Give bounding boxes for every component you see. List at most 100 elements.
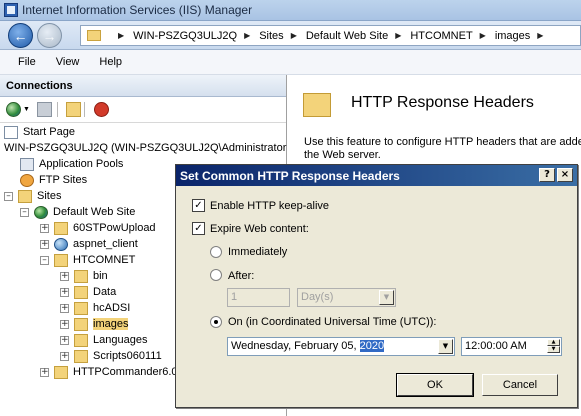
expand-icon[interactable]: + <box>60 303 69 313</box>
folder-icon <box>74 269 88 283</box>
spin-up-icon[interactable]: ▲ <box>547 339 560 346</box>
chevron-down-icon[interactable]: ▼ <box>379 290 394 305</box>
tree-label: Data <box>93 286 117 298</box>
menu-file[interactable]: File <box>18 56 36 68</box>
expand-icon[interactable]: + <box>60 351 69 361</box>
tree-label: FTP Sites <box>39 174 88 186</box>
connections-toolbar: ▼ <box>0 97 286 123</box>
tree-item-hcadsi[interactable]: + hcADSI <box>60 300 130 316</box>
keepalive-label: Enable HTTP keep-alive <box>210 200 330 212</box>
tree-label-selected: images <box>93 318 129 330</box>
tree-item-scripts[interactable]: + Scripts060111 <box>60 348 162 364</box>
tree-item-httpcommander[interactable]: + HTTPCommander6.0 <box>40 364 178 380</box>
keepalive-checkbox[interactable]: ✓ <box>192 199 205 212</box>
tree-item-aspnet-client[interactable]: + aspnet_client <box>40 236 138 252</box>
immediately-label: Immediately <box>228 246 288 258</box>
tree-label: bin <box>93 270 108 282</box>
tree-label: Languages <box>93 334 148 346</box>
tree-item-60stpowupload[interactable]: + 60STPowUpload <box>40 220 156 236</box>
tree-item-htcomnet[interactable]: – HTCOMNET <box>40 252 135 268</box>
tree-label: Scripts060111 <box>93 350 162 362</box>
tree-label: aspnet_client <box>73 238 138 250</box>
tree-label: 60STPowUpload <box>73 222 156 234</box>
folder-icon <box>74 349 88 363</box>
tree-label: Start Page <box>23 126 75 138</box>
collapse-icon[interactable]: – <box>4 191 13 201</box>
breadcrumb-htcomnet[interactable]: HTCOMNET <box>410 30 472 42</box>
menu-help[interactable]: Help <box>99 56 122 68</box>
breadcrumb-server[interactable]: WIN-PSZGQ3ULJ2Q <box>133 30 237 42</box>
after-unit-value: Day(s) <box>301 291 334 303</box>
breadcrumb-default-site[interactable]: Default Web Site <box>306 30 388 42</box>
tree-item-bin[interactable]: + bin <box>60 268 108 284</box>
breadcrumb-separator-icon: ▶ <box>479 31 486 40</box>
breadcrumb-separator-icon[interactable]: ▶ <box>537 31 543 40</box>
after-unit-select[interactable]: Day(s) ▼ <box>297 288 396 307</box>
tree-item-sites[interactable]: – Sites <box>4 188 61 204</box>
tree-item-data[interactable]: + Data <box>60 284 116 300</box>
toolbar-divider <box>57 102 58 117</box>
spin-down-icon[interactable]: ▼ <box>547 346 560 353</box>
expand-icon[interactable]: + <box>40 239 49 249</box>
collapse-icon[interactable]: – <box>40 255 49 265</box>
up-folder-icon[interactable] <box>66 102 81 117</box>
time-picker[interactable]: 12:00:00 AM ▲ ▼ <box>461 337 562 356</box>
tree-item-server[interactable]: WIN-PSZGQ3ULJ2Q (WIN-PSZGQ3ULJ2Q\Adminis… <box>4 140 286 156</box>
breadcrumb-separator-icon: ▶ <box>244 31 251 40</box>
expand-icon[interactable]: + <box>60 335 69 345</box>
start-page-icon <box>4 125 18 139</box>
tree-item-default-site[interactable]: – Default Web Site <box>20 204 135 220</box>
window-title: Internet Information Services (IIS) Mana… <box>22 3 253 17</box>
tree-label: Default Web Site <box>53 206 136 218</box>
expand-icon[interactable]: + <box>60 319 69 329</box>
connect-globe-icon[interactable] <box>6 102 21 117</box>
globe-icon <box>34 205 48 219</box>
folder-icon <box>74 301 88 315</box>
save-icon[interactable] <box>37 102 52 117</box>
breadcrumb-separator-icon: ▶ <box>290 31 297 40</box>
feature-folder-icon <box>303 93 331 117</box>
back-button[interactable]: ← <box>8 23 33 48</box>
sites-icon <box>18 189 32 203</box>
disconnect-icon[interactable] <box>94 102 109 117</box>
tree-item-ftp-sites[interactable]: FTP Sites <box>20 172 87 188</box>
date-picker[interactable]: Wednesday, February 05, 2020 ▼ <box>227 337 455 356</box>
tree-item-images[interactable]: + images <box>60 316 129 332</box>
calendar-dropdown-icon[interactable]: ▼ <box>438 339 453 354</box>
forward-button[interactable]: → <box>37 23 62 48</box>
after-value-field[interactable]: 1 <box>227 288 290 307</box>
folder-icon <box>74 285 88 299</box>
window-title-bar: Internet Information Services (IIS) Mana… <box>0 0 581 21</box>
breadcrumb-sites[interactable]: Sites <box>259 30 283 42</box>
connections-header: Connections <box>0 75 286 97</box>
set-headers-dialog: Set Common HTTP Response Headers ? × ✓ E… <box>175 164 578 408</box>
tree-item-app-pools[interactable]: Application Pools <box>20 156 123 172</box>
help-button[interactable]: ? <box>539 168 555 182</box>
on-date-radio[interactable] <box>210 316 222 328</box>
tree-item-languages[interactable]: + Languages <box>60 332 147 348</box>
feature-description: Use this feature to configure HTTP heade… <box>304 136 581 162</box>
time-value: 12:00:00 AM <box>465 340 527 352</box>
after-radio[interactable] <box>210 269 222 281</box>
immediately-radio[interactable] <box>210 246 222 258</box>
tree-item-start-page[interactable]: Start Page <box>4 124 75 140</box>
time-spinner[interactable]: ▲ ▼ <box>547 339 560 354</box>
close-button[interactable]: × <box>557 168 573 182</box>
after-value: 1 <box>231 291 238 303</box>
menu-view[interactable]: View <box>56 56 80 68</box>
collapse-icon[interactable]: – <box>20 207 29 217</box>
expand-icon[interactable]: + <box>60 271 69 281</box>
feature-description-line: the Web server. <box>304 149 381 161</box>
breadcrumb: ▶ WIN-PSZGQ3ULJ2Q ▶ Sites ▶ Default Web … <box>80 25 581 46</box>
ok-button[interactable]: OK <box>396 373 474 397</box>
expand-icon[interactable]: + <box>60 287 69 297</box>
address-bar: ← → ▶ WIN-PSZGQ3ULJ2Q ▶ Sites ▶ Default … <box>0 21 581 50</box>
expand-icon[interactable]: + <box>40 223 49 233</box>
breadcrumb-images[interactable]: images <box>495 30 530 42</box>
expand-icon[interactable]: + <box>40 367 49 377</box>
expire-checkbox[interactable]: ✓ <box>192 222 205 235</box>
dropdown-arrow-icon[interactable]: ▼ <box>23 106 30 121</box>
date-year-selected: 2020 <box>359 340 385 352</box>
cancel-button[interactable]: Cancel <box>482 374 558 396</box>
expire-label: Expire Web content: <box>210 223 309 235</box>
